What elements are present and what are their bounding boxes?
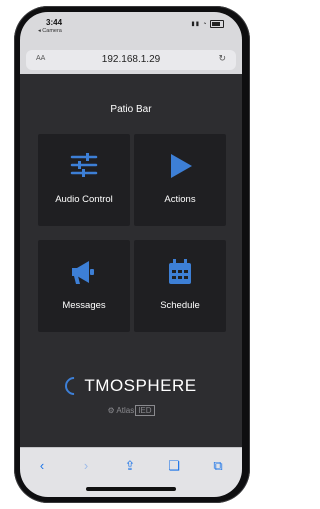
atlas-ied-logo: ⚙ Atlas IED (20, 405, 242, 416)
bookmarks-icon[interactable]: ❏ (164, 458, 184, 474)
signal-icon: ▮▮ (191, 21, 201, 28)
web-content: Patio Bar Audio Control Actions Messages… (20, 74, 242, 447)
audio-control-tile[interactable]: Audio Control (38, 134, 130, 226)
reload-icon[interactable]: ↻ (218, 53, 226, 64)
messages-tile[interactable]: Messages (38, 240, 130, 332)
back-to-app-link[interactable]: ◂ Camera (38, 28, 62, 34)
brand-name: TMOSPHERE (84, 376, 197, 395)
tabs-icon[interactable]: ⧉ (208, 458, 228, 474)
wifi-icon: ◔ (202, 21, 208, 28)
page-title: Patio Bar (110, 104, 152, 115)
share-icon[interactable]: ⇪ (120, 458, 140, 474)
back-icon[interactable]: ‹ (32, 458, 52, 474)
status-bar: 3:44 ◂ Camera ▮▮ ◔ (20, 12, 242, 48)
address-bar: AA 192.168.1.29 ↻ (20, 48, 242, 75)
atlas-mark-icon: ⚙ (107, 406, 115, 415)
actions-label: Actions (164, 194, 196, 205)
sub-brand-left: Atlas (116, 406, 135, 415)
browser-toolbar: ‹ › ⇪ ❏ ⧉ (20, 447, 242, 497)
actions-tile[interactable]: Actions (134, 134, 226, 226)
megaphone-icon (38, 258, 130, 286)
battery-icon (210, 20, 224, 28)
phone-screen: 3:44 ◂ Camera ▮▮ ◔ AA 192.168.1.29 ↻ Pat… (20, 12, 242, 497)
forward-icon[interactable]: › (76, 458, 96, 474)
url-text[interactable]: 192.168.1.29 (26, 54, 236, 65)
sliders-icon (38, 152, 130, 180)
schedule-label: Schedule (160, 300, 200, 311)
schedule-tile[interactable]: Schedule (134, 240, 226, 332)
atmosphere-logo: TMOSPHERE (20, 372, 242, 399)
audio-control-label: Audio Control (55, 194, 113, 205)
calendar-icon (134, 258, 226, 286)
sub-brand-right: IED (135, 405, 155, 416)
status-time: 3:44 (46, 18, 63, 27)
url-field[interactable]: AA 192.168.1.29 ↻ (26, 50, 236, 70)
play-icon (134, 152, 226, 180)
system-icons: ▮▮ ◔ (191, 20, 224, 28)
messages-label: Messages (62, 300, 106, 311)
home-indicator (86, 487, 176, 491)
